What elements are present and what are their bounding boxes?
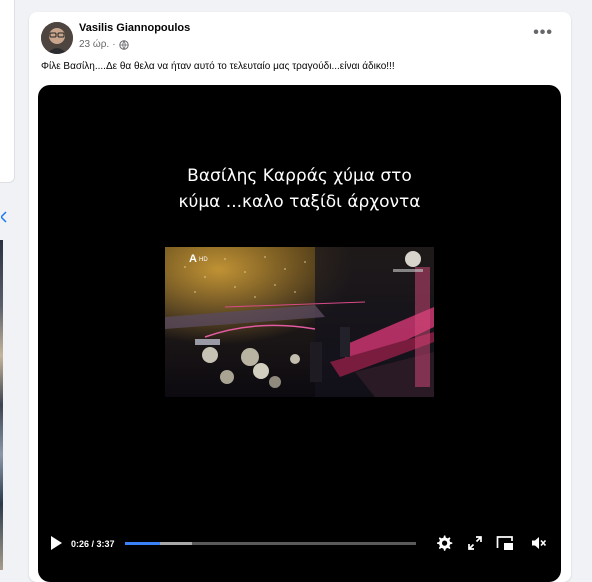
video-caption-line-1: Βασίλης Καρράς χύμα στο xyxy=(187,166,412,186)
left-thumbnails-strip[interactable] xyxy=(0,240,3,570)
post-card: Vasilis Giannopoulos 23 ώρ. · ••• Φίλε Β… xyxy=(29,12,571,582)
globe-icon xyxy=(118,39,129,50)
avatar[interactable] xyxy=(41,22,73,54)
picture-in-picture-icon[interactable] xyxy=(496,535,514,551)
speaker-muted-icon[interactable] xyxy=(531,535,547,551)
left-panel-edge xyxy=(0,0,15,183)
svg-text:Α: Α xyxy=(189,253,197,265)
video-player[interactable]: Βασίλης Καρράς χύμα στο κύμα ...καλο ταξ… xyxy=(38,85,561,582)
video-frame[interactable]: Α HD xyxy=(165,247,434,397)
post-author[interactable]: Vasilis Giannopoulos xyxy=(79,22,190,34)
play-icon[interactable] xyxy=(49,535,63,551)
gear-icon[interactable] xyxy=(435,534,453,552)
video-time: 0:26 / 3:37 xyxy=(71,539,115,549)
post-options-button[interactable]: ••• xyxy=(533,24,553,42)
meta-separator: · xyxy=(112,39,116,50)
video-caption: Βασίλης Καρράς χύμα στο κύμα ...καλο ταξ… xyxy=(38,163,561,215)
post-meta: 23 ώρ. · xyxy=(79,39,129,50)
post-time[interactable]: 23 ώρ. xyxy=(79,39,109,50)
video-progress-bar[interactable] xyxy=(125,542,416,545)
video-played-fill xyxy=(125,542,160,545)
channel-logo-hd: HD xyxy=(199,257,208,263)
video-controls: 0:26 / 3:37 xyxy=(38,530,561,560)
post-text: Φίλε Βασίλη....Δε θα θελα να ήταν αυτό τ… xyxy=(41,61,395,72)
video-caption-line-2: κύμα ...καλο ταξίδι άρχοντα xyxy=(178,192,421,212)
left-panel-icon xyxy=(1,211,7,223)
expand-icon[interactable] xyxy=(468,536,482,550)
